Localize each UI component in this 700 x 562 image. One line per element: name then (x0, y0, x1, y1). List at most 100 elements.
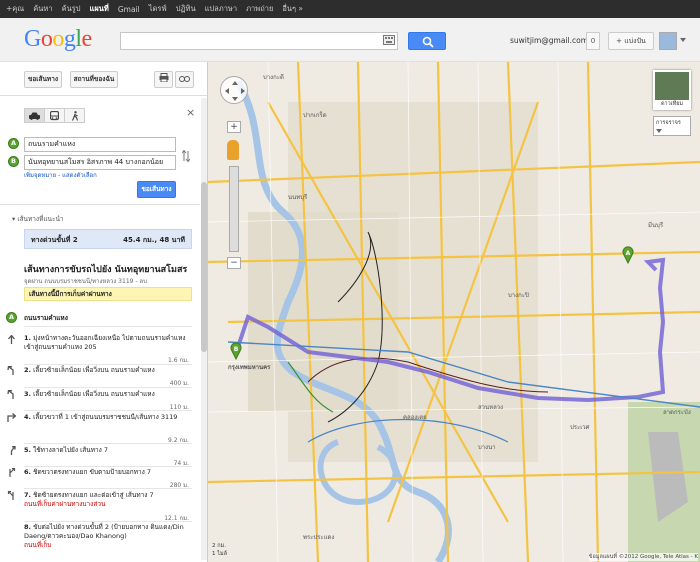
topbar-item-gmail[interactable]: Gmail (118, 5, 140, 14)
divider (24, 488, 192, 489)
swap-arrows-icon[interactable] (181, 149, 191, 164)
transit-icon (50, 110, 59, 120)
divider (24, 443, 192, 444)
share-button[interactable]: + แบ่งปัน (608, 32, 654, 50)
divider (24, 521, 192, 522)
step-8[interactable]: 8. ขับต่อไปยัง ทางด่วนขั้นที่ 2 (ป้ายบอก… (24, 523, 192, 550)
zoom-in-button[interactable]: + (227, 121, 241, 133)
topbar-item-calendar[interactable]: ปฏิทิน (176, 3, 196, 15)
step-number: 5. (24, 446, 31, 454)
step-7[interactable]: 7. ชิดซ้ายตรงทางแยก และต่อเข้าสู่ เส้นทา… (24, 491, 192, 509)
panel-toolbar: ขอเส้นทาง สถานที่ของฉัน (0, 62, 207, 96)
map-label: ปากเกร็ด (303, 112, 327, 119)
topbar-item-search[interactable]: ค้นหา (33, 3, 52, 15)
add-destination-link[interactable]: เพิ่มจุดหมาย - แสดงตัวเลือก (24, 170, 97, 180)
divider (24, 364, 192, 365)
to-field[interactable]: นันทอุทยานสโมสร อิสรภาพ 44 บางกอกน้อย (24, 155, 176, 170)
map-label: คลองเตย (403, 414, 427, 421)
tab-my-places[interactable]: สถานที่ของฉัน (70, 71, 118, 88)
print-icon (159, 73, 168, 83)
step-text: ชิดซ้ายตรงทางแยก และต่อเข้าสู่ เส้นทาง 7 (33, 491, 154, 499)
tab-directions[interactable]: ขอเส้นทาง (24, 71, 62, 88)
pan-control[interactable] (220, 76, 248, 104)
slight-left-icon (7, 366, 14, 375)
directions-title: เส้นทางการขับรถไปยัง นันทอุทยานสโมสร (24, 265, 188, 275)
map-label: สวนหลวง (478, 404, 504, 411)
chevron-down-icon[interactable] (680, 38, 686, 42)
topbar-item-more[interactable]: อื่นๆ » (282, 3, 303, 15)
topbar-item-drive[interactable]: ไดรฟ์ (149, 3, 167, 15)
svg-text:B: B (234, 346, 239, 353)
search-input[interactable] (120, 32, 398, 50)
map-roads (208, 62, 700, 562)
satellite-label: ดาวเทียม (655, 100, 689, 108)
map-label: บางนา (478, 444, 496, 451)
ramp-icon (10, 446, 16, 455)
search-icon (422, 36, 434, 48)
google-maps-window: +คุณ ค้นหา ค้นรูป แผนที่ Gmail ไดรฟ์ ปฏิ… (0, 0, 700, 562)
map-label: บางกะปิ (508, 292, 529, 299)
slight-left-icon (7, 390, 14, 399)
step-3[interactable]: 3. เลี้ยวซ้ายเล็กน้อย เพื่อวิ่งบน ถนนราม… (24, 390, 192, 399)
marker-b-icon: B (8, 156, 19, 167)
google-top-bar: +คุณ ค้นหา ค้นรูป แผนที่ Gmail ไดรฟ์ ปฏิ… (0, 0, 700, 18)
zoom-out-button[interactable]: − (227, 257, 241, 269)
step-text: เลี้ยวซ้ายเล็กน้อย เพื่อวิ่งบน ถนนรามคำแ… (33, 390, 155, 398)
suggested-routes-header[interactable]: ▾ เส้นทางที่แนะนำ (12, 214, 64, 224)
step-5[interactable]: 5. ใช้ทางลาดไปยัง เส้นทาง 7 (24, 446, 192, 455)
step-6[interactable]: 6. ชิดขวาตรงทางแยก ขับตามป้ายบอกทาง 7 (24, 468, 192, 477)
zoom-slider[interactable] (229, 166, 239, 252)
mode-walk[interactable] (64, 108, 85, 123)
notifications-count[interactable]: 0 (586, 32, 600, 50)
route-distance: 45.4 กม., 48 นาที (123, 236, 185, 244)
step-number: 8. (24, 523, 31, 531)
topbar-item-photos[interactable]: ภาพถ่าย (246, 3, 273, 15)
fork-left-icon (7, 491, 14, 500)
divider (24, 326, 192, 327)
travel-mode-selector (24, 108, 85, 123)
step-text: ใช้ทางลาดไปยัง เส้นทาง 7 (33, 446, 109, 454)
divider (24, 410, 192, 411)
traffic-toggle[interactable]: การจราจร (653, 116, 691, 136)
scroll-thumb[interactable] (201, 182, 207, 352)
step-text: ขับต่อไปยัง ทางด่วนขั้นที่ 2 (ป้ายบอกทาง… (24, 523, 184, 540)
mode-transit[interactable] (44, 108, 65, 123)
link-button[interactable] (175, 71, 194, 88)
toll-warning: ถนนที่เก็บค่าผ่านทางบางส่วน (24, 500, 106, 508)
divider (0, 204, 200, 205)
topbar-item-plus[interactable]: +คุณ (6, 3, 24, 15)
via-waypoint[interactable]: จุดผ่าน ถนนบรมราชชนนี/ทางหลวง 3119 - ลบ (24, 276, 147, 286)
route-option[interactable]: ทางด่วนขั้นที่ 2 45.4 กม., 48 นาที (24, 229, 192, 249)
turn-right-icon (7, 413, 16, 422)
map-label: พระประแดง (303, 534, 335, 541)
header: Google suwitjim@gmail.com 0 + แบ่งปัน (0, 18, 700, 62)
get-directions-button[interactable]: ขอเส้นทาง (137, 181, 176, 198)
search-button[interactable] (408, 32, 446, 50)
topbar-item-maps[interactable]: แผนที่ (90, 3, 109, 15)
marker-a-icon: A (6, 312, 17, 323)
pin-b-icon[interactable]: B (230, 342, 242, 362)
pin-a-icon[interactable]: A (622, 246, 634, 266)
step-4[interactable]: 4. เลี้ยวขวาที่ 1 เข้าสู่ถนนบรมราชชนนี/เ… (24, 413, 192, 422)
walk-icon (71, 110, 78, 121)
chevron-down-icon (656, 129, 662, 133)
user-email[interactable]: suwitjim@gmail.com (510, 36, 588, 45)
map-copyright[interactable]: ข้อมูลแผนที่ ©2012 Google, Tele Atlas - … (588, 553, 698, 561)
print-button[interactable] (154, 71, 173, 88)
avatar[interactable] (659, 32, 677, 50)
step-text: มุ่งหน้าทางตะวันออกเฉียงเหนือ ไปตามถนนรา… (24, 334, 186, 351)
topbar-item-translate[interactable]: แปลภาษา (205, 3, 238, 15)
map-canvas[interactable]: บางกะดี นนทบุรี ปากเกร็ด มีนบุรี กรุงเทพ… (208, 62, 700, 562)
close-icon[interactable]: × (186, 106, 195, 119)
topbar-item-images[interactable]: ค้นรูป (62, 3, 81, 15)
suggested-routes-label: เส้นทางที่แนะนำ (17, 215, 64, 223)
marker-a-icon: A (8, 138, 19, 149)
mode-car[interactable] (24, 108, 45, 123)
step-2[interactable]: 2. เลี้ยวซ้ายเล็กน้อย เพื่อวิ่งบน ถนนราม… (24, 366, 192, 375)
from-field[interactable]: ถนนรามคำแหง (24, 137, 176, 152)
street-view-pegman-icon[interactable] (227, 140, 239, 160)
keyboard-icon[interactable] (383, 35, 395, 47)
google-logo[interactable]: Google (24, 26, 92, 52)
step-1[interactable]: 1. มุ่งหน้าทางตะวันออกเฉียงเหนือ ไปตามถน… (24, 334, 192, 352)
satellite-toggle[interactable]: ดาวเทียม (653, 70, 691, 110)
